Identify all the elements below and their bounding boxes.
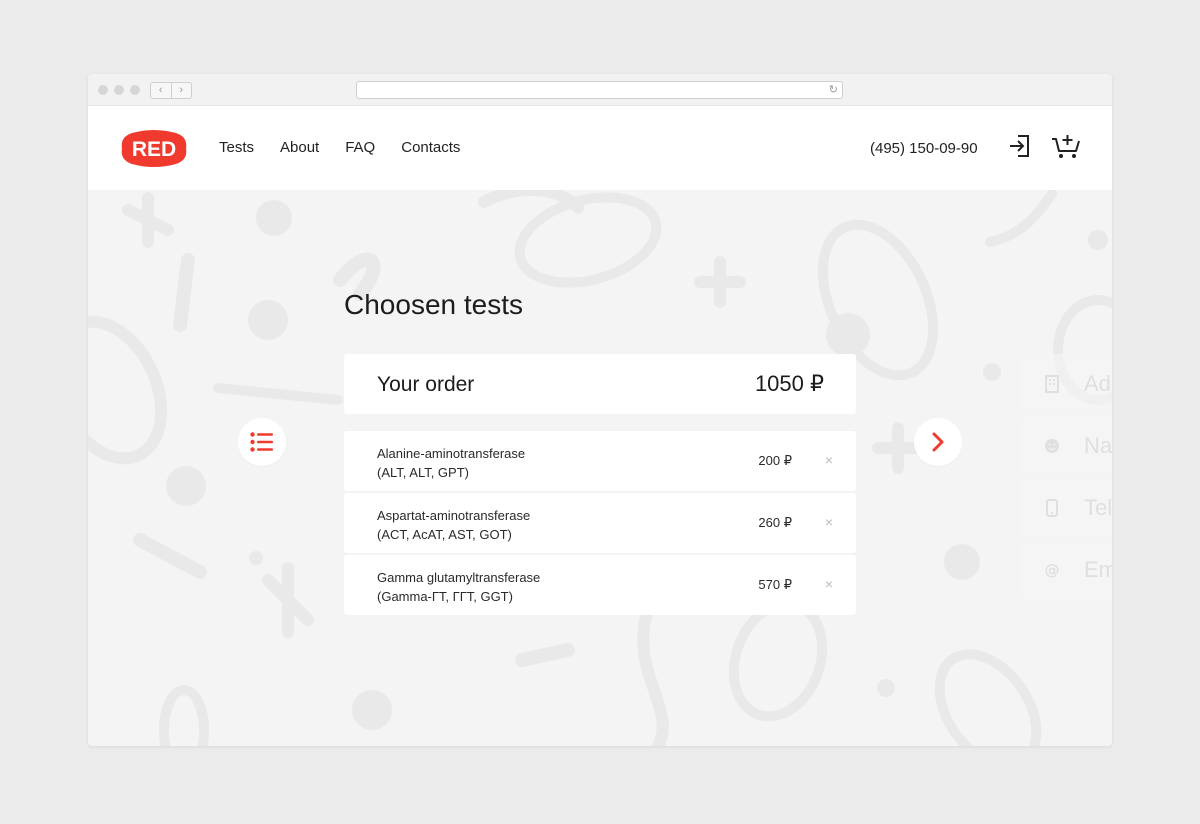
browser-window: ‹ › ↻ RED Tests About FAQ Contacts (495)…: [88, 74, 1112, 746]
list-item: Alanine-aminotransferase (ALT, ALT, GPT)…: [344, 431, 856, 491]
back-icon[interactable]: ‹: [151, 83, 172, 98]
phone-field[interactable]: Tel: [1020, 478, 1112, 538]
building-icon: [1045, 375, 1059, 393]
remove-icon[interactable]: ×: [825, 575, 833, 593]
test-codes: (Gamma-ГТ, ГГТ, GGT): [377, 589, 513, 604]
history-buttons: ‹ ›: [150, 82, 192, 99]
nav-contacts[interactable]: Contacts: [401, 139, 460, 157]
window-close-dot[interactable]: [98, 85, 108, 95]
email-field[interactable]: @ Em: [1020, 540, 1112, 600]
site-header: RED Tests About FAQ Contacts (495) 150-0…: [88, 106, 1112, 190]
list-view-button[interactable]: [238, 418, 286, 466]
test-codes: (ACT, AcAT, AST, GOT): [377, 527, 512, 542]
main-content: Choosen tests Your order 1050 ₽ Alanine-…: [88, 190, 1112, 746]
test-name: Alanine-aminotransferase (ALT, ALT, GPT): [377, 444, 525, 482]
forward-icon[interactable]: ›: [172, 83, 192, 98]
remove-icon[interactable]: ×: [825, 513, 833, 531]
next-step-button[interactable]: [914, 418, 962, 466]
phone-icon: [1046, 499, 1058, 517]
chevron-right-icon: [932, 432, 944, 452]
phone-number[interactable]: (495) 150-09-90: [870, 140, 978, 158]
contact-form-preview: Ad Na Tel @ Em: [1020, 354, 1112, 602]
test-title: Aspartat-aminotransferase: [377, 508, 531, 523]
name-placeholder: Na: [1084, 433, 1112, 458]
test-price: 260 ₽: [758, 515, 792, 530]
nav-about[interactable]: About: [280, 139, 319, 157]
window-minimize-dot[interactable]: [114, 85, 124, 95]
address-bar[interactable]: ↻: [356, 81, 843, 99]
cart-plus-icon[interactable]: [1051, 132, 1081, 160]
name-field[interactable]: Na: [1020, 416, 1112, 476]
list-item: Gamma glutamyltransferase (Gamma-ГТ, ГГТ…: [344, 555, 856, 615]
list-icon: [250, 432, 273, 452]
at-icon: @: [1045, 561, 1060, 579]
logo[interactable]: RED: [120, 129, 188, 168]
svg-text:@: @: [1045, 561, 1060, 579]
address-placeholder: Ad: [1084, 371, 1111, 396]
test-name: Aspartat-aminotransferase (ACT, AcAT, AS…: [377, 506, 530, 544]
test-price: 570 ₽: [758, 577, 792, 592]
test-title: Alanine-aminotransferase: [377, 446, 526, 461]
browser-toolbar: ‹ › ↻: [88, 74, 1112, 106]
order-summary: Your order 1050 ₽: [344, 354, 856, 414]
logo-text: RED: [132, 138, 176, 161]
test-price: 200 ₽: [758, 453, 792, 468]
address-field[interactable]: Ad: [1020, 354, 1112, 414]
test-title: Gamma glutamyltransferase: [377, 570, 541, 585]
reload-icon[interactable]: ↻: [829, 83, 838, 97]
test-codes: (ALT, ALT, GPT): [377, 465, 469, 480]
order-label: Your order: [377, 373, 475, 396]
nav-faq[interactable]: FAQ: [345, 139, 375, 157]
phone-placeholder: Tel: [1084, 495, 1112, 520]
login-icon[interactable]: [1008, 134, 1030, 158]
list-item: Aspartat-aminotransferase (ACT, AcAT, AS…: [344, 493, 856, 553]
page-title: Choosen tests: [344, 289, 523, 320]
main-nav: Tests About FAQ Contacts: [219, 139, 486, 157]
window-maximize-dot[interactable]: [130, 85, 140, 95]
remove-icon[interactable]: ×: [825, 451, 833, 469]
test-list: Alanine-aminotransferase (ALT, ALT, GPT)…: [344, 431, 856, 617]
test-name: Gamma glutamyltransferase (Gamma-ГТ, ГГТ…: [377, 568, 540, 606]
smiley-icon: [1045, 439, 1059, 453]
email-placeholder: Em: [1084, 557, 1112, 582]
order-total: 1050 ₽: [754, 371, 824, 396]
nav-tests[interactable]: Tests: [219, 139, 254, 157]
